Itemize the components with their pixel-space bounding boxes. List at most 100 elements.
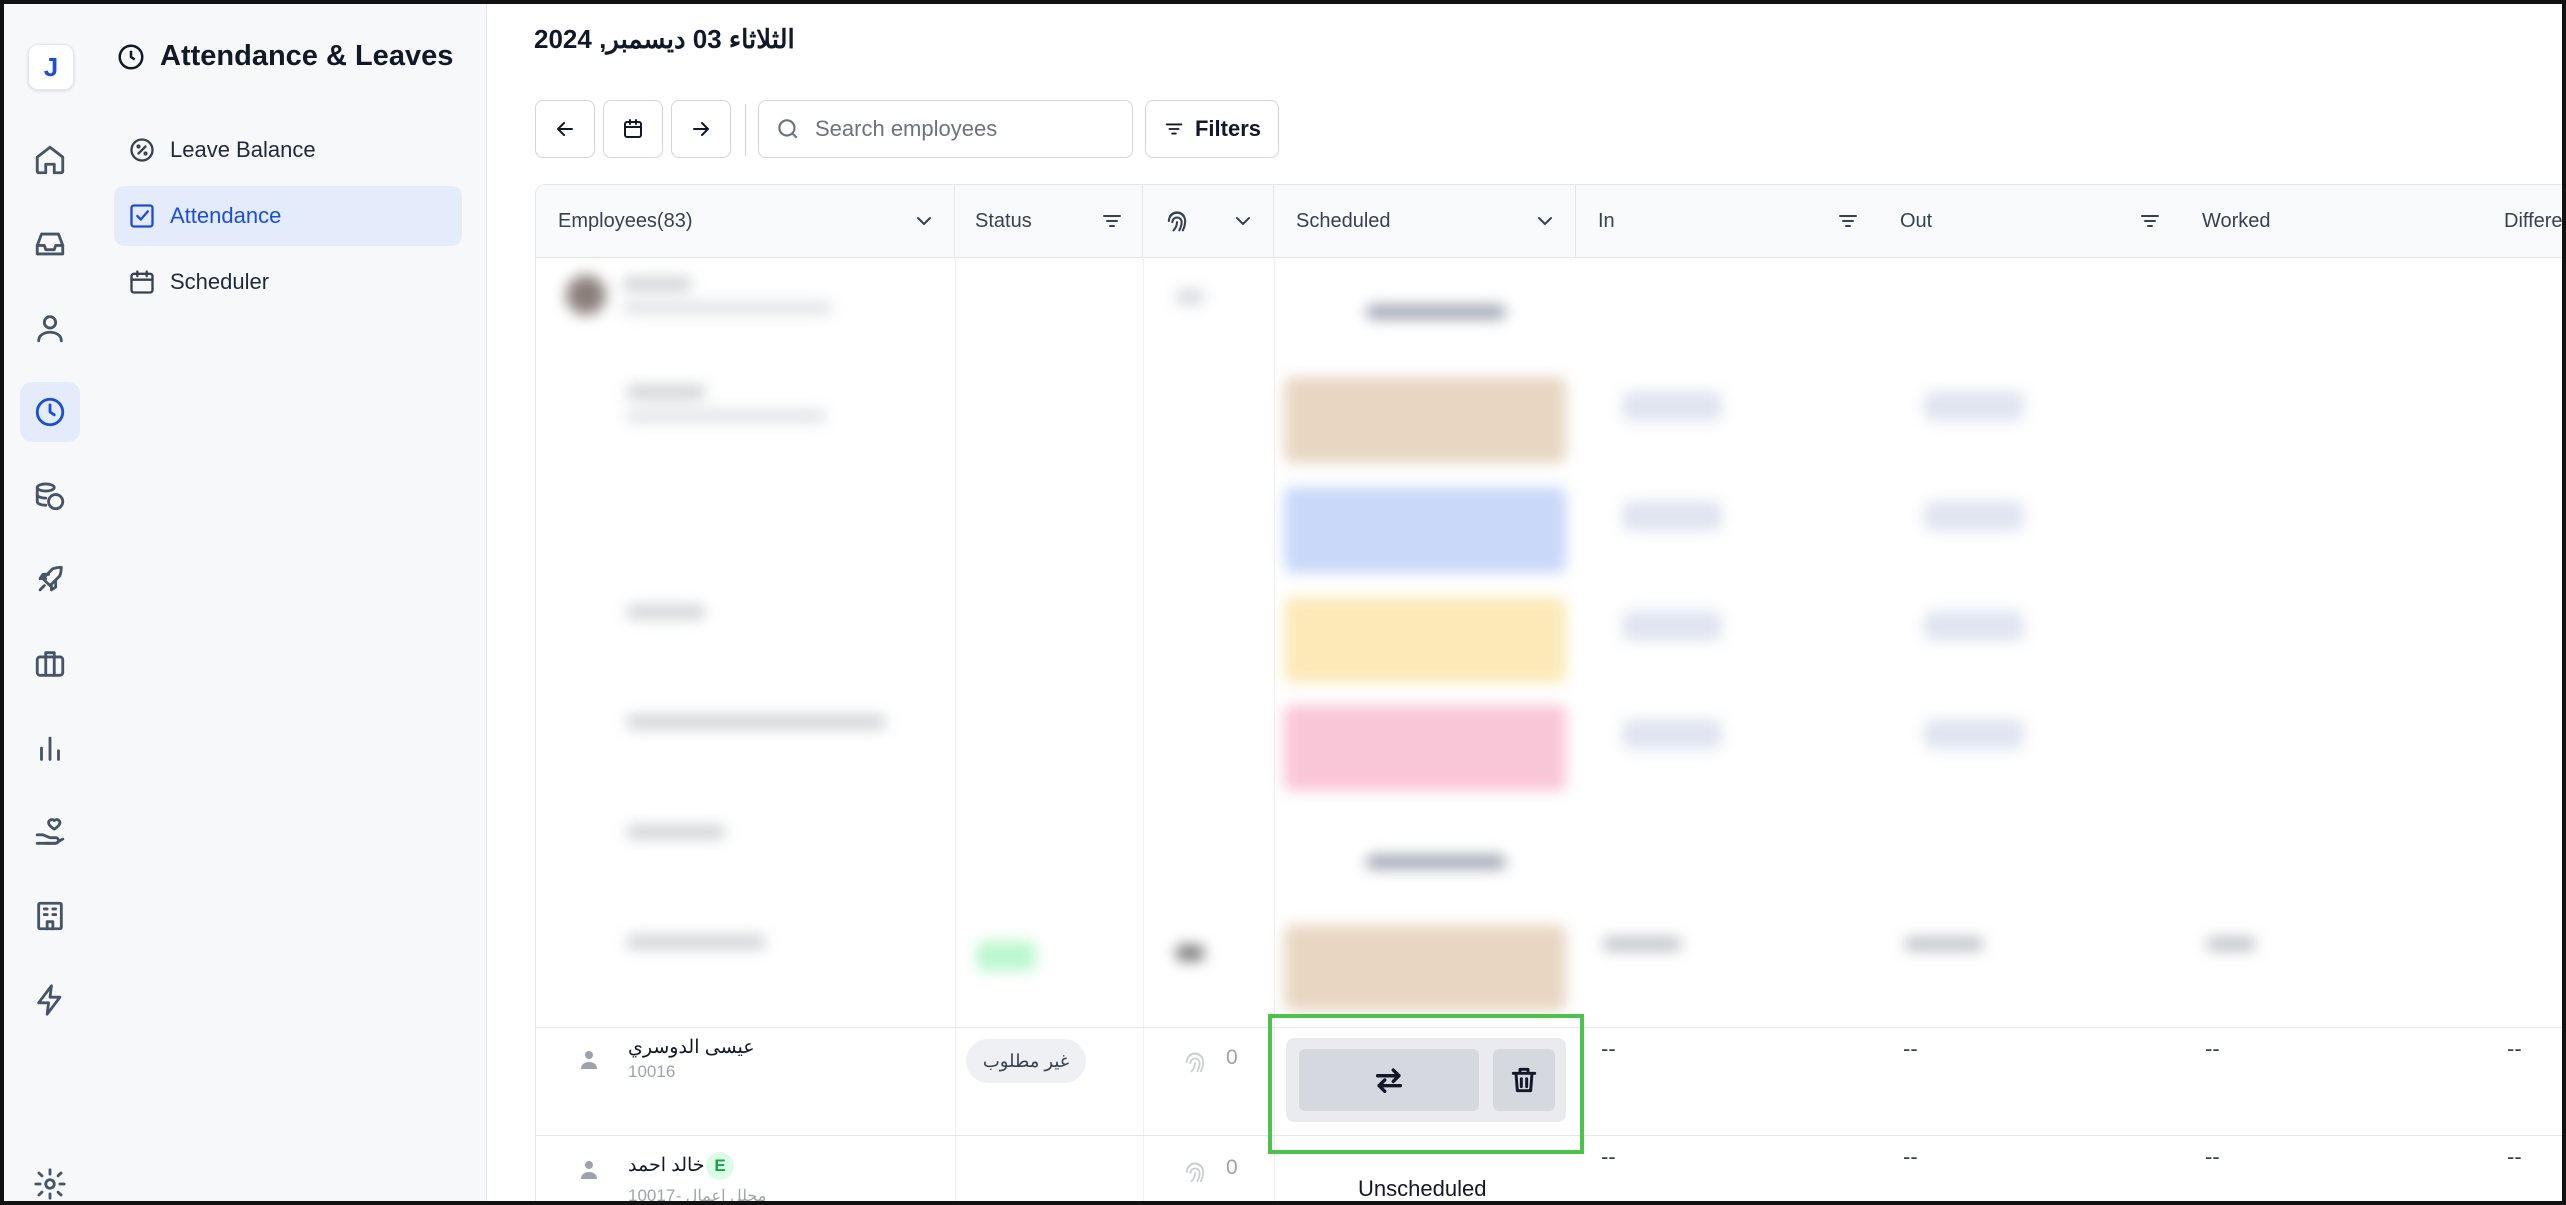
app-logo[interactable]: J [28,44,74,90]
user-icon[interactable] [20,298,80,358]
sidebar-item-label: Attendance [170,203,282,228]
employee-name[interactable]: خالد احمد [628,1154,705,1177]
column-label: Out [1900,209,1933,232]
briefcase-icon[interactable] [20,634,80,694]
column-scheduled[interactable]: Scheduled [1274,185,1576,257]
punch-count: 0 [1226,1046,1238,1069]
avatar [566,275,606,315]
column-label: Scheduled [1296,209,1391,232]
sidebar-item-leave-balance[interactable]: Leave Balance [114,120,462,180]
column-divider [955,257,956,1201]
column-status[interactable]: Status [955,185,1143,257]
column-employees[interactable]: Employees(83) [536,185,955,257]
punch-count: 0 [1226,1156,1238,1179]
blurred-text [626,385,706,399]
worked-time: -- [2205,1144,2220,1169]
home-icon[interactable] [20,130,80,190]
previous-day-button[interactable] [535,100,595,158]
status-pill [976,941,1036,971]
hand-heart-icon[interactable] [20,802,80,862]
chevron-down-icon[interactable] [912,209,936,233]
inbox-icon[interactable] [20,214,80,274]
chevron-down-icon[interactable] [1231,209,1255,233]
difference-time: -- [2507,1144,2522,1169]
employee-id: 10017 [628,1186,676,1205]
person-icon [577,1158,601,1182]
clock-icon[interactable] [20,382,80,442]
unscheduled-label[interactable]: Unscheduled [1358,1176,1486,1201]
sidebar-title: Attendance & Leaves [116,40,453,73]
column-worked[interactable]: Worked [2180,185,2482,257]
clock-icon [118,44,144,69]
gear-icon[interactable] [20,1154,80,1201]
shift-card [1284,487,1566,573]
checkbox-icon [130,204,154,228]
building-icon[interactable] [20,886,80,946]
time-pill [1924,719,2024,749]
filter-icon[interactable] [2138,209,2162,233]
blurred-text [626,409,826,423]
shift-card [1284,377,1566,463]
blurred-text [1366,305,1506,319]
blurred-text [622,277,692,291]
blurred-text [622,301,832,315]
icon-rail: J [4,4,97,1201]
sidebar-item-scheduler[interactable]: Scheduler [114,252,462,312]
time-pill [1924,391,2024,421]
shift-card [1284,925,1566,1011]
filters-button[interactable]: Filters [1145,100,1279,158]
fingerprint-icon [1181,1158,1209,1186]
person-icon [577,1048,601,1072]
sidebar-item-attendance[interactable]: Attendance [114,186,462,246]
blurred-text [1176,945,1204,961]
blurred-text [1904,937,1984,951]
delete-shift-button[interactable] [1493,1049,1555,1111]
search-input[interactable] [813,115,1117,143]
search-icon [778,119,798,139]
blurred-text [1176,289,1204,305]
column-label: Status [975,209,1032,232]
sidebar-item-label: Scheduler [170,269,270,294]
coins-icon[interactable] [20,466,80,526]
arrow-right-icon [693,122,709,136]
time-pill [1622,611,1722,641]
sidebar-title-text: Attendance & Leaves [160,40,454,72]
column-out[interactable]: Out [1878,185,2180,257]
column-in[interactable]: In [1576,185,1878,257]
blurred-text [1366,855,1506,869]
employee-id: 10016 [628,1062,676,1081]
employee-name[interactable]: عيسى الدوسري [628,1036,755,1059]
logo-letter: J [43,51,59,82]
fingerprint-icon [1167,211,1187,232]
fingerprint-icon [1181,1048,1209,1076]
in-time: -- [1601,1036,1616,1061]
rocket-icon[interactable] [20,550,80,610]
out-time: -- [1903,1144,1918,1169]
column-divider [1143,257,1144,1201]
filter-icon [1165,123,1183,135]
employee-job-title: محلل اعمال - [676,1188,767,1205]
swap-shift-button[interactable] [1299,1049,1479,1111]
column-label: Differe [2504,209,2563,232]
out-time: -- [1903,1036,1918,1061]
time-pill [1622,501,1722,531]
lightning-icon[interactable] [20,970,80,1030]
column-difference[interactable]: Differe [2482,185,2563,257]
table-header: Employees(83) Status Scheduled In Out Wo… [536,185,2563,258]
date-picker-button[interactable] [603,100,663,158]
bar-chart-icon[interactable] [20,718,80,778]
percent-badge-icon [130,138,154,162]
column-label: Worked [2202,209,2271,232]
worked-time: -- [2205,1036,2220,1061]
employee-type-badge: E [706,1152,734,1180]
difference-time: -- [2507,1036,2522,1061]
shift-card [1284,705,1566,791]
trash-icon [1511,1067,1537,1093]
time-pill [1622,391,1722,421]
next-day-button[interactable] [671,100,731,158]
search-box[interactable] [758,100,1133,158]
filter-icon[interactable] [1836,209,1860,233]
chevron-down-icon[interactable] [1533,209,1557,233]
filter-icon[interactable] [1100,209,1124,233]
column-punches[interactable] [1143,185,1274,257]
